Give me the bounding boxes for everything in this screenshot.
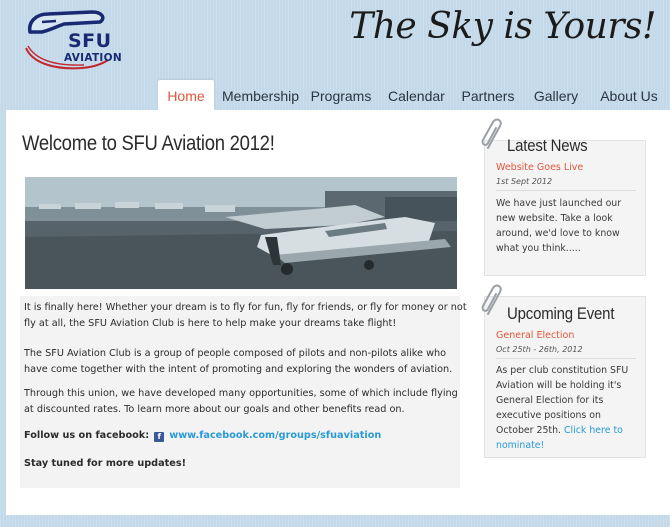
site-tagline: The Sky is Yours! <box>349 6 656 47</box>
nav-gallery[interactable]: Gallery <box>532 80 580 110</box>
facebook-link[interactable]: www.facebook.com/groups/sfuaviation <box>169 430 381 441</box>
main-nav: Home Membership Programs Calendar Partne… <box>158 80 670 110</box>
welcome-paragraph-1: It is finally here! Whether your dream i… <box>24 302 467 329</box>
event-divider <box>496 358 636 359</box>
nav-membership[interactable]: Membership <box>222 80 299 110</box>
hero-image-aircraft <box>25 177 457 289</box>
news-date: 1st Sept 2012 <box>496 177 553 186</box>
nav-calendar[interactable]: Calendar <box>388 80 445 110</box>
welcome-paragraph-3: Through this union, we have developed ma… <box>24 388 458 415</box>
nav-about-us[interactable]: About Us <box>598 80 660 110</box>
main-content: Welcome to SFU Aviation 2012! It is fina… <box>6 110 670 515</box>
logo-text-sfu: SFU <box>68 30 112 52</box>
facebook-follow-label: Follow us on facebook: <box>24 430 150 441</box>
nav-home[interactable]: Home <box>158 80 214 110</box>
facebook-follow-line: Follow us on facebook: f www.facebook.co… <box>24 428 468 444</box>
site-header: SFU AVIATION The Sky is Yours! Home Memb… <box>0 0 670 110</box>
paperclip-icon <box>481 284 502 315</box>
paperclip-icon <box>481 118 502 149</box>
news-headline[interactable]: Website Goes Live <box>496 162 583 173</box>
page-title: Welcome to SFU Aviation 2012! <box>22 132 275 155</box>
closing-text: Stay tuned for more updates! <box>24 458 187 469</box>
event-text-block: As per club constitution SFU Aviation wi… <box>496 363 640 453</box>
nav-programs[interactable]: Programs <box>310 80 372 110</box>
welcome-paragraph-2: The SFU Aviation Club is a group of peop… <box>24 348 453 375</box>
news-text: We have just launched our new website. T… <box>496 198 622 254</box>
logo-text-aviation: AVIATION <box>64 52 122 64</box>
hero-aircraft-illustration <box>25 177 457 289</box>
news-divider <box>496 190 636 191</box>
nav-partners[interactable]: Partners <box>460 80 516 110</box>
event-date: Oct 25th - 26th, 2012 <box>496 345 583 354</box>
facebook-icon: f <box>154 432 165 442</box>
event-headline[interactable]: General Election <box>496 330 574 341</box>
latest-news-title: Latest News <box>507 136 588 155</box>
upcoming-event-title: Upcoming Event <box>507 304 615 323</box>
